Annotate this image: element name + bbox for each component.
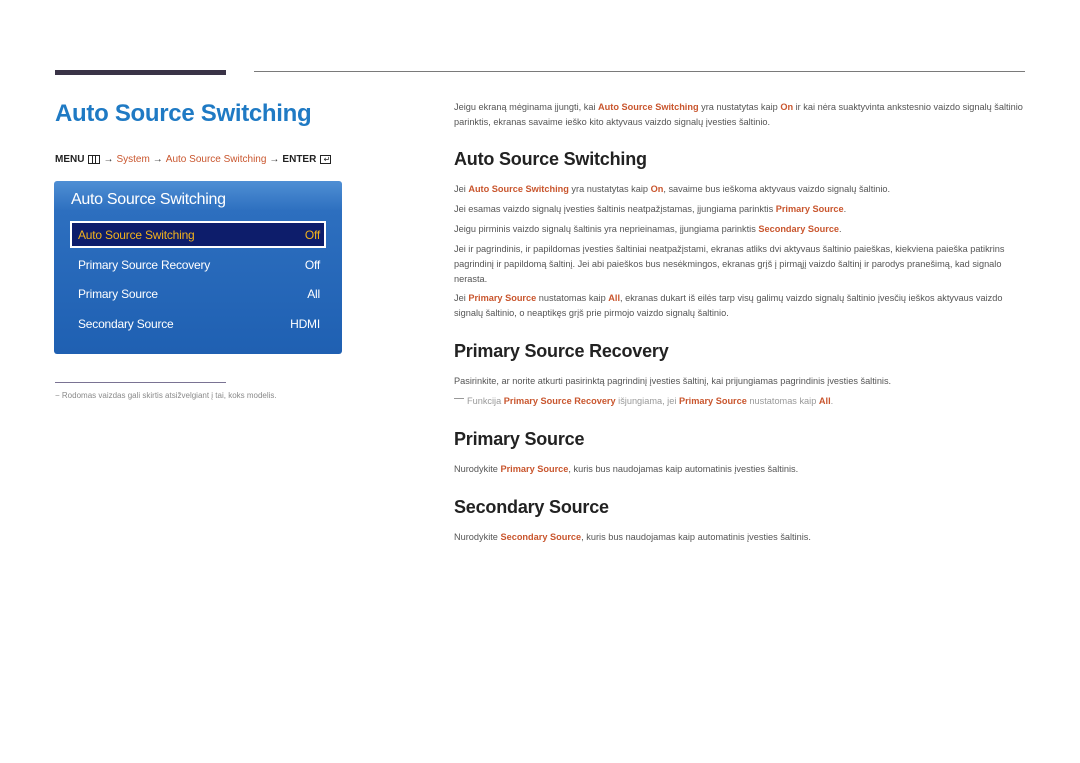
osd-item-auto-source-switching[interactable]: Auto Source Switching Off [70, 221, 326, 248]
paragraph: Jei ir pagrindinis, ir papildomas įvesti… [454, 244, 1005, 284]
osd-item-label: Auto Source Switching [78, 227, 195, 242]
paragraph: Jei esamas vaizdo signalų įvesties šalti… [454, 204, 847, 214]
paragraph: Pasirinkite, ar norite atkurti pasirinkt… [454, 376, 892, 386]
note: Funkcija Primary Source Recovery išjungi… [454, 394, 1026, 409]
menu-path-breadcrumb: MENU → System → Auto Source Switching → … [55, 154, 332, 165]
section-heading-secondary-source: Secondary Source [454, 497, 609, 517]
osd-item-value: Off [304, 227, 320, 242]
footnote: − Rodomas vaizdas gali skirtis atsižvelg… [55, 391, 277, 400]
osd-item-secondary-source[interactable]: Secondary Source HDMI [70, 310, 326, 337]
paragraph: Jei Primary Source nustatomas kaip All, … [454, 293, 1003, 318]
intro-paragraph: Jeigu ekraną mėginama įjungti, kai Auto … [454, 102, 1023, 127]
note-dash-icon [454, 398, 464, 400]
osd-menu-panel: Auto Source Switching Auto Source Switch… [54, 181, 342, 354]
breadcrumb-auto-source-switching: Auto Source Switching [165, 154, 267, 165]
header-rule-thin [254, 71, 1025, 72]
osd-item-value: Off [304, 257, 320, 272]
enter-label: ENTER [282, 154, 317, 165]
paragraph: Nurodykite Primary Source, kuris bus nau… [454, 464, 799, 474]
paragraph: Jeigu pirminis vaizdo signalų šaltinis y… [454, 224, 842, 234]
paragraph: Nurodykite Secondary Source, kuris bus n… [454, 532, 811, 542]
enter-icon: ↵ [320, 155, 332, 164]
header-rule-thick [55, 70, 226, 75]
page-title: Auto Source Switching [55, 100, 312, 127]
footnote-text: Rodomas vaizdas gali skirtis atsižvelgia… [61, 391, 277, 400]
osd-title: Auto Source Switching [71, 191, 226, 208]
osd-item-label: Secondary Source [78, 316, 174, 331]
section-heading-primary-source-recovery: Primary Source Recovery [454, 341, 669, 361]
arrow-icon: → [152, 154, 163, 165]
section-heading-primary-source: Primary Source [454, 429, 585, 449]
osd-item-primary-source[interactable]: Primary Source All [70, 280, 326, 307]
footnote-dash: − [55, 391, 60, 400]
footnote-divider [55, 382, 226, 383]
osd-item-primary-source-recovery[interactable]: Primary Source Recovery Off [70, 251, 326, 278]
arrow-icon: → [269, 154, 280, 165]
menu-grid-icon [88, 155, 101, 164]
osd-item-label: Primary Source [78, 286, 158, 301]
paragraph: Jei Auto Source Switching yra nustatytas… [454, 184, 891, 194]
breadcrumb-system: System [116, 154, 150, 165]
osd-item-value: All [307, 286, 320, 301]
section-heading-auto-source-switching: Auto Source Switching [454, 149, 647, 169]
osd-item-label: Primary Source Recovery [78, 257, 211, 272]
menu-label: MENU [55, 154, 85, 165]
osd-item-value: HDMI [290, 316, 320, 331]
arrow-icon: → [103, 154, 114, 165]
